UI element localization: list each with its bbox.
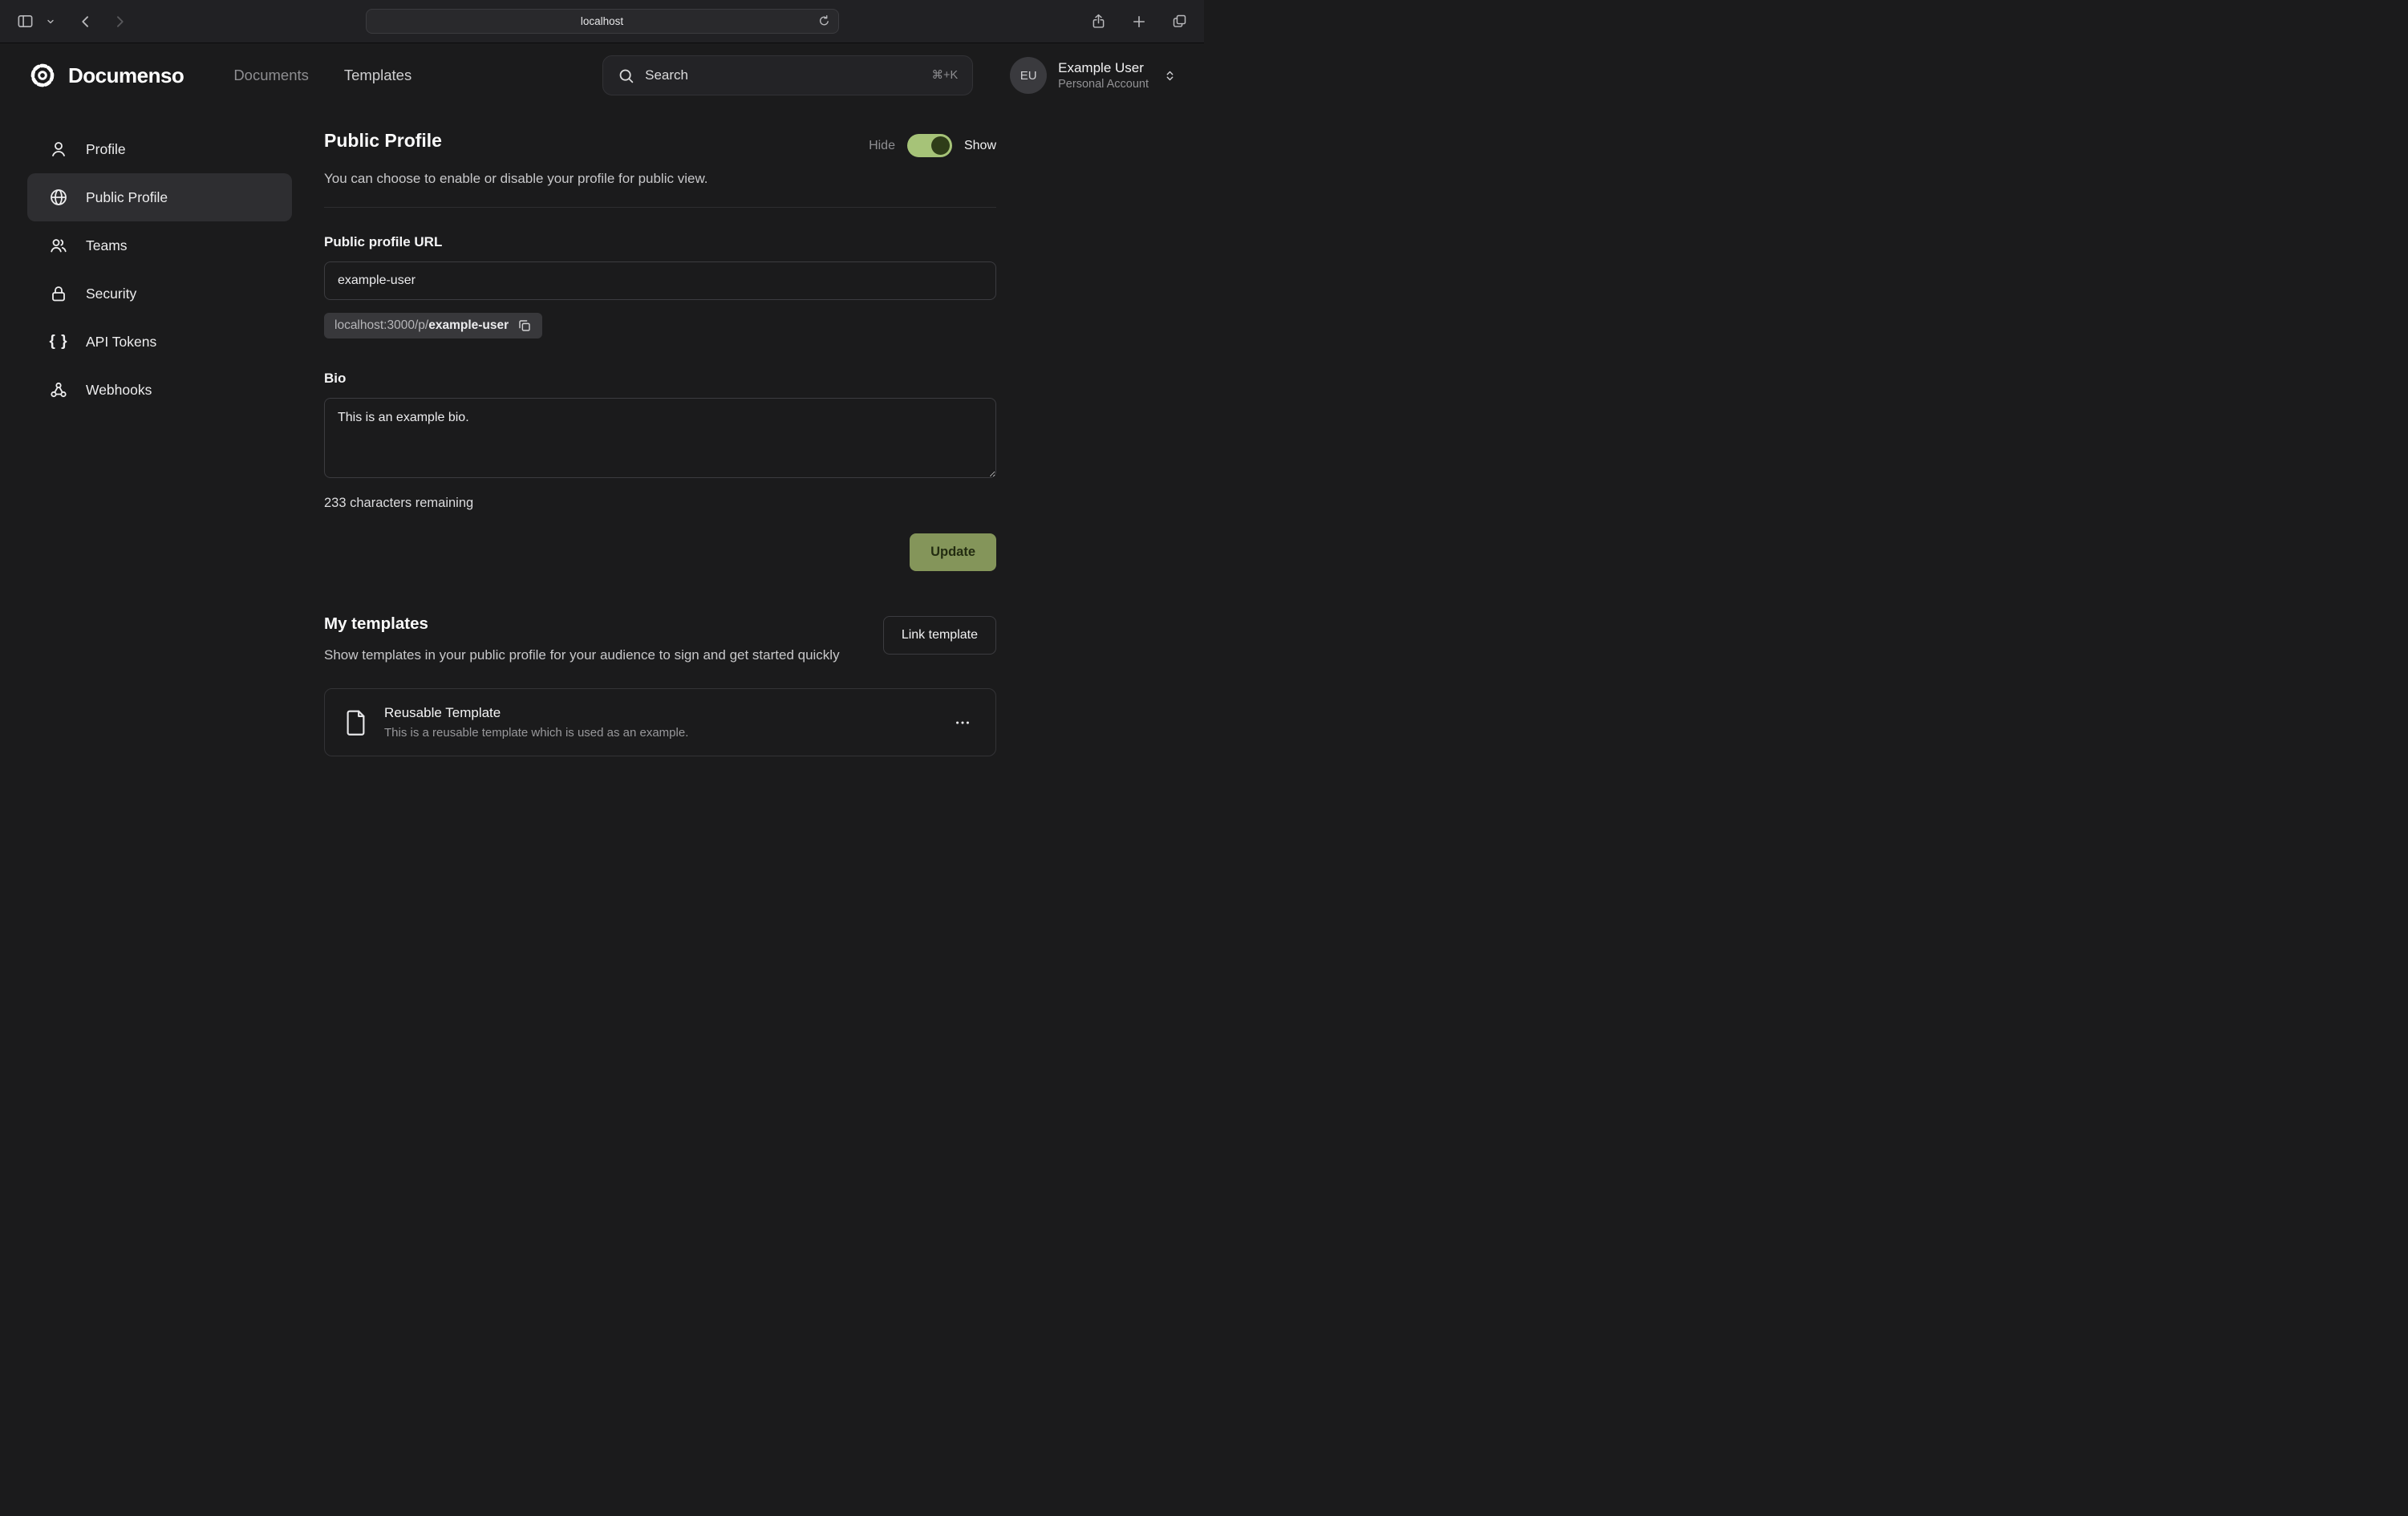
sidebar-toggle-icon[interactable] — [13, 9, 38, 34]
public-url-slug: example-user — [428, 318, 509, 332]
show-label: Show — [964, 139, 996, 153]
search-shortcut-hint: ⌘+K — [932, 69, 959, 82]
sidebar-item-profile[interactable]: Profile — [27, 125, 292, 173]
public-url-text: localhost:3000/p/example-user — [334, 318, 509, 333]
page-title: Public Profile — [324, 130, 442, 152]
account-meta: Example User Personal Account — [1058, 59, 1149, 92]
public-profile-url-label: Public profile URL — [324, 234, 996, 250]
chrome-left-controls — [13, 9, 173, 34]
sidebar-item-teams[interactable]: Teams — [27, 221, 292, 270]
section-divider — [324, 207, 996, 208]
template-description: This is a reusable template which is use… — [384, 726, 688, 740]
brand-logo-link[interactable]: Documenso — [27, 60, 184, 91]
account-name: Example User — [1058, 59, 1149, 77]
template-name: Reusable Template — [384, 705, 688, 721]
back-button-icon[interactable] — [75, 10, 97, 33]
chevron-up-down-icon — [1163, 69, 1177, 83]
globe-icon — [49, 188, 68, 207]
my-templates-subtitle: Show templates in your public profile fo… — [324, 645, 840, 666]
template-card[interactable]: Reusable Template This is a reusable tem… — [324, 688, 996, 756]
template-menu-icon[interactable] — [949, 709, 976, 736]
search-placeholder: Search — [645, 67, 688, 83]
forward-button-icon[interactable] — [108, 10, 131, 33]
webhook-icon — [49, 380, 68, 399]
sidebar-item-label: Webhooks — [86, 382, 152, 399]
sidebar-chevron-down-icon[interactable] — [43, 14, 59, 30]
sidebar-item-public-profile[interactable]: Public Profile — [27, 173, 292, 221]
account-type: Personal Account — [1058, 77, 1149, 92]
avatar-initials: EU — [1020, 69, 1037, 83]
braces-icon: { } — [49, 332, 68, 351]
sidebar-item-label: Teams — [86, 237, 128, 254]
my-templates-title: My templates — [324, 614, 840, 634]
my-templates-text: My templates Show templates in your publ… — [324, 614, 840, 666]
address-bar[interactable]: localhost — [366, 9, 839, 34]
page-subtitle: You can choose to enable or disable your… — [324, 171, 996, 187]
browser-chrome: localhost — [0, 0, 1204, 43]
brand-name: Documenso — [68, 63, 184, 88]
nav-templates[interactable]: Templates — [344, 67, 411, 84]
avatar: EU — [1010, 57, 1047, 94]
public-url-pill: localhost:3000/p/example-user — [324, 313, 542, 338]
bio-textarea[interactable]: This is an example bio. — [324, 398, 996, 478]
app-header: Documenso Documents Templates Search ⌘+K… — [0, 43, 1204, 107]
link-template-button[interactable]: Link template — [883, 616, 996, 655]
update-button[interactable]: Update — [910, 533, 996, 571]
profile-visibility-control: Hide Show — [869, 134, 996, 157]
sidebar-item-label: Security — [86, 286, 136, 302]
new-tab-icon[interactable] — [1128, 10, 1150, 33]
public-profile-url-input[interactable] — [324, 261, 996, 300]
characters-remaining: 233 characters remaining — [324, 496, 996, 511]
search-icon — [618, 67, 634, 84]
address-bar-url: localhost — [581, 15, 623, 27]
template-meta: Reusable Template This is a reusable tem… — [384, 705, 688, 740]
content-header: Public Profile Hide Show — [324, 130, 996, 157]
reload-icon[interactable] — [817, 14, 831, 28]
nav-documents[interactable]: Documents — [233, 67, 309, 84]
sidebar-item-webhooks[interactable]: Webhooks — [27, 366, 292, 414]
settings-sidebar: Profile Public Profile Teams Security { … — [27, 122, 292, 756]
search-bar[interactable]: Search ⌘+K — [602, 55, 973, 95]
profile-visibility-toggle[interactable] — [907, 134, 952, 157]
users-icon — [49, 236, 68, 255]
chrome-right-controls — [1031, 10, 1191, 33]
chrome-center: localhost — [173, 9, 1031, 34]
sidebar-item-label: Public Profile — [86, 189, 168, 206]
document-file-icon — [344, 708, 368, 737]
toggle-knob — [931, 136, 950, 155]
sidebar-item-api-tokens[interactable]: { } API Tokens — [27, 318, 292, 366]
my-templates-header: My templates Show templates in your publ… — [324, 614, 996, 666]
share-icon[interactable] — [1087, 10, 1110, 33]
user-icon — [49, 140, 68, 159]
sidebar-item-label: API Tokens — [86, 334, 156, 351]
hide-label: Hide — [869, 139, 895, 153]
account-menu[interactable]: EU Example User Personal Account — [1010, 57, 1177, 94]
documenso-logo-icon — [27, 60, 58, 91]
main-nav: Documents Templates — [233, 67, 411, 84]
public-url-prefix: localhost:3000/p/ — [334, 318, 428, 332]
update-row: Update — [324, 533, 996, 571]
copy-icon[interactable] — [517, 318, 532, 333]
app-body: Profile Public Profile Teams Security { … — [0, 107, 1204, 756]
sidebar-item-label: Profile — [86, 141, 126, 158]
sidebar-item-security[interactable]: Security — [27, 270, 292, 318]
settings-content: Public Profile Hide Show You can choose … — [324, 122, 996, 756]
lock-icon — [49, 284, 68, 303]
bio-label: Bio — [324, 371, 996, 387]
tab-overview-icon[interactable] — [1168, 10, 1191, 33]
